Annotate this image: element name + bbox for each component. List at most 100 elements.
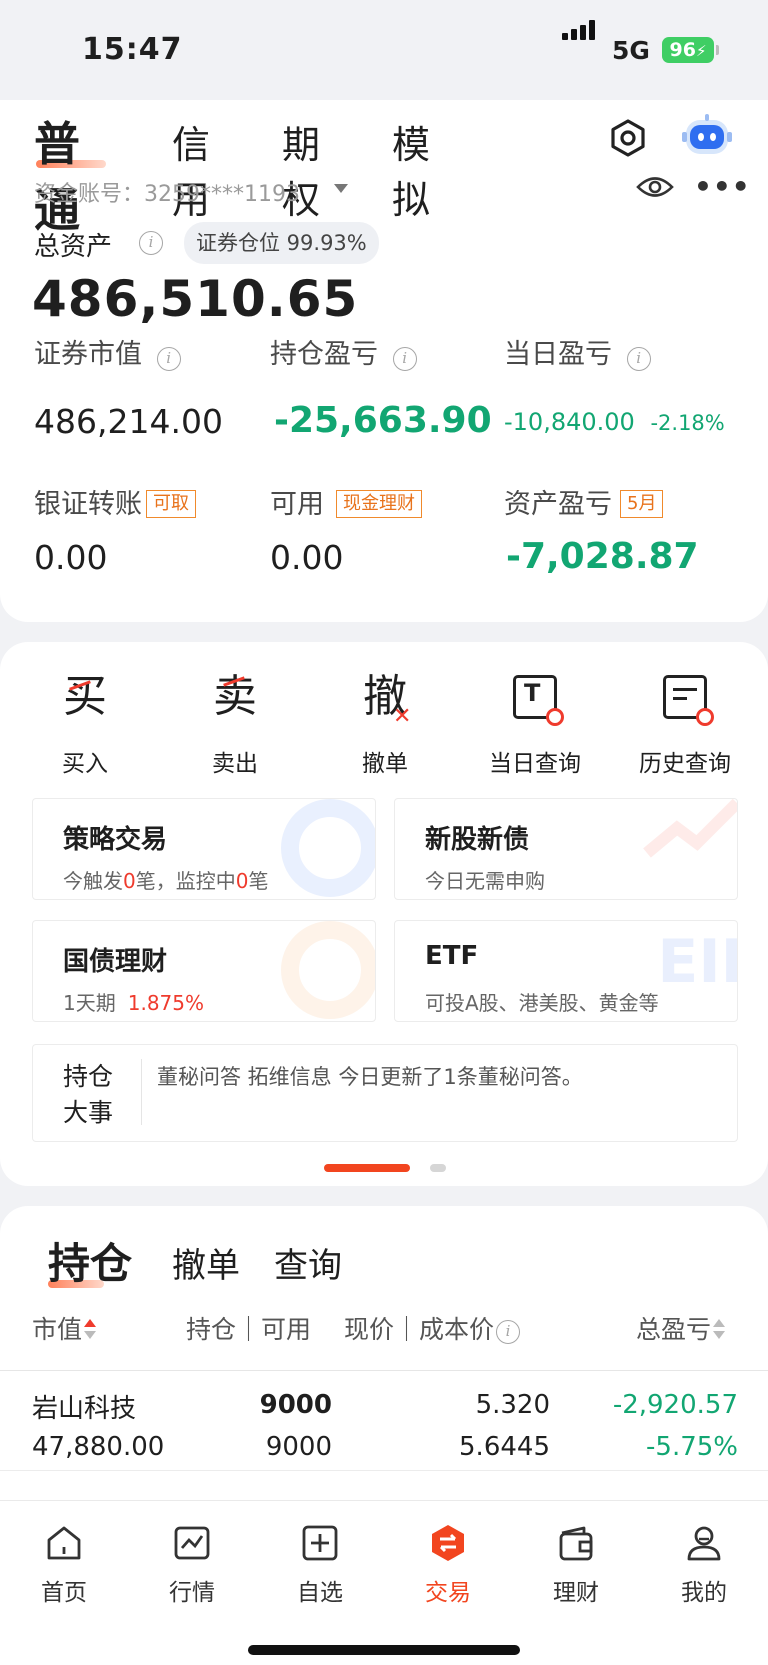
bond-title: 国债理财 <box>63 947 168 977</box>
cancel-order-label: 撤单 <box>362 751 408 777</box>
stock-market-value: 47,880.00 <box>32 1432 165 1462</box>
pager-dot[interactable] <box>430 1164 446 1172</box>
nav-profile-label: 我的 <box>681 1580 727 1606</box>
bond-card[interactable]: 国债理财 1天期 1.875% <box>32 920 376 1022</box>
nav-market[interactable]: 行情 <box>142 1523 242 1607</box>
column-total-pl[interactable]: 总盈亏 <box>636 1310 726 1346</box>
today-query-glyph: T <box>524 679 541 707</box>
month-tag[interactable]: 5月 <box>620 490 664 518</box>
cancel-order-icon: 撤 ✕ <box>363 671 412 729</box>
bond-subtitle: 1天期 1.875% <box>63 987 204 1016</box>
available-label-text: 可用 <box>270 489 324 520</box>
strategy-subtitle: 今触发0笔，监控中0笔 <box>63 865 268 894</box>
strategy-watermark-icon <box>281 799 375 897</box>
tab-normal[interactable]: 普通 <box>34 108 80 240</box>
nav-wealth-label: 理财 <box>553 1580 599 1606</box>
network-label: 5G <box>612 36 650 65</box>
settings-icon[interactable] <box>608 118 648 158</box>
total-assets-value: 486,510.65 <box>32 270 359 328</box>
more-icon[interactable]: ••• <box>694 173 751 201</box>
strategy-sub-c: 笔 <box>248 869 269 893</box>
daily-pl-label: 当日盈亏 i <box>504 332 651 371</box>
stock-position: 9000 <box>259 1390 332 1420</box>
cash-management-tag[interactable]: 现金理财 <box>336 490 422 518</box>
home-icon <box>47 1526 81 1560</box>
tab-simulation[interactable]: 模拟 <box>392 114 430 224</box>
sort-icon[interactable] <box>713 1318 726 1340</box>
etf-subtitle: 可投A股、港美股、黄金等 <box>425 991 659 1015</box>
buy-glyph: 买 <box>63 671 107 722</box>
account-number[interactable]: 资金账号：3259****1193 <box>34 176 300 208</box>
info-icon[interactable]: i <box>156 347 181 371</box>
market-value-label-text: 证券市值 <box>34 339 142 370</box>
nav-trade[interactable]: 交易 <box>398 1523 498 1607</box>
assistant-robot-icon[interactable] <box>682 112 732 160</box>
stock-available: 9000 <box>265 1432 332 1462</box>
account-card: 普通 信用 期权 模拟 资金账号：3259****1193 ••• 总资产 i … <box>0 100 768 622</box>
bond-term: 1天期 <box>63 991 116 1015</box>
triggered-count: 0 <box>123 869 136 893</box>
column-position: 持仓｜可用 <box>186 1315 312 1344</box>
chart-icon <box>174 1526 210 1560</box>
ipo-card[interactable]: 新股新债 今日无需申购 <box>394 798 738 900</box>
holding-pl-value: -25,663.90 <box>274 400 492 441</box>
column-market-value[interactable]: 市值 <box>32 1310 97 1346</box>
home-indicator[interactable] <box>248 1645 520 1655</box>
etf-card[interactable]: EII ETF 可投A股、港美股、黄金等 <box>394 920 738 1022</box>
trade-functions-card: 买 买入 卖 卖出 撤 ✕ 撤单 T 当日查询 历史查询 策略交易 今触发0笔，… <box>0 642 768 1186</box>
account-dropdown-icon[interactable] <box>334 184 348 193</box>
eye-icon[interactable] <box>636 174 674 200</box>
column-price-text: 现价｜成本价 <box>344 1315 495 1344</box>
wallet-icon <box>559 1526 593 1561</box>
column-total-pl-text: 总盈亏 <box>636 1315 712 1344</box>
available-label[interactable]: 可用 现金理财 <box>270 482 422 521</box>
withdrawable-tag[interactable]: 可取 <box>146 490 196 518</box>
transfer-label[interactable]: 银证转账 可取 <box>34 482 196 521</box>
column-market-value-text: 市值 <box>32 1315 83 1344</box>
news-divider <box>141 1059 142 1125</box>
buy-button[interactable]: 买 买入 <box>25 666 145 778</box>
sort-icon[interactable] <box>84 1318 97 1340</box>
nav-wealth[interactable]: 理财 <box>526 1523 626 1607</box>
info-icon[interactable]: i <box>626 347 651 371</box>
status-time: 15:47 <box>82 32 183 67</box>
row-divider <box>0 1470 768 1471</box>
strategy-title: 策略交易 <box>63 825 168 855</box>
position-ratio-badge: 证券仓位 99.93% <box>184 222 379 264</box>
stock-cost: 5.6445 <box>459 1432 550 1462</box>
asset-pl-label[interactable]: 资产盈亏 5月 <box>504 482 664 521</box>
today-query-button[interactable]: T 当日查询 <box>475 666 595 778</box>
trade-icon <box>432 1525 464 1561</box>
header-divider <box>0 1370 768 1371</box>
etf-title: ETF <box>425 941 479 971</box>
history-query-button[interactable]: 历史查询 <box>625 666 745 778</box>
ipo-title: 新股新债 <box>425 825 530 855</box>
info-icon[interactable]: i <box>392 347 417 371</box>
nav-profile[interactable]: 我的 <box>654 1523 754 1607</box>
total-assets-label: 总资产 <box>34 232 113 262</box>
nav-trade-label: 交易 <box>425 1580 471 1606</box>
holdings-card: 持仓 撤单 查询 市值 持仓｜可用 现价｜成本价 i 总盈亏 岩山科技 47,88… <box>0 1206 768 1506</box>
bottom-nav: 首页 行情 自选 交易 理财 我的 <box>0 1500 768 1665</box>
plus-square-icon <box>302 1525 338 1561</box>
info-icon[interactable]: i <box>139 231 163 255</box>
info-icon[interactable]: i <box>496 1320 521 1344</box>
pager-dot-active[interactable] <box>324 1164 410 1172</box>
news-label-line2: 大事 <box>63 1098 114 1127</box>
daily-pl-value: -10,840.00 -2.18% <box>504 408 725 436</box>
tab-cancel-orders[interactable]: 撤单 <box>172 1238 240 1287</box>
news-label-line1: 持仓 <box>63 1062 114 1091</box>
nav-watchlist[interactable]: 自选 <box>270 1523 370 1607</box>
tab-query[interactable]: 查询 <box>274 1238 342 1287</box>
sell-button[interactable]: 卖 卖出 <box>175 666 295 778</box>
nav-home[interactable]: 首页 <box>14 1523 114 1607</box>
cancel-order-button[interactable]: 撤 ✕ 撤单 <box>325 666 445 778</box>
tab-holdings[interactable]: 持仓 <box>48 1230 132 1291</box>
strategy-trading-card[interactable]: 策略交易 今触发0笔，监控中0笔 <box>32 798 376 900</box>
available-value: 0.00 <box>270 538 344 577</box>
battery-level: 96 <box>669 39 696 61</box>
market-value-label: 证券市值 i <box>34 332 181 371</box>
etf-watermark-icon: EII <box>657 927 738 997</box>
asset-pl-label-text: 资产盈亏 <box>504 489 612 520</box>
holdings-news[interactable]: 持仓 大事 董秘问答 拓维信息 今日更新了1条董秘问答。 <box>32 1044 738 1142</box>
